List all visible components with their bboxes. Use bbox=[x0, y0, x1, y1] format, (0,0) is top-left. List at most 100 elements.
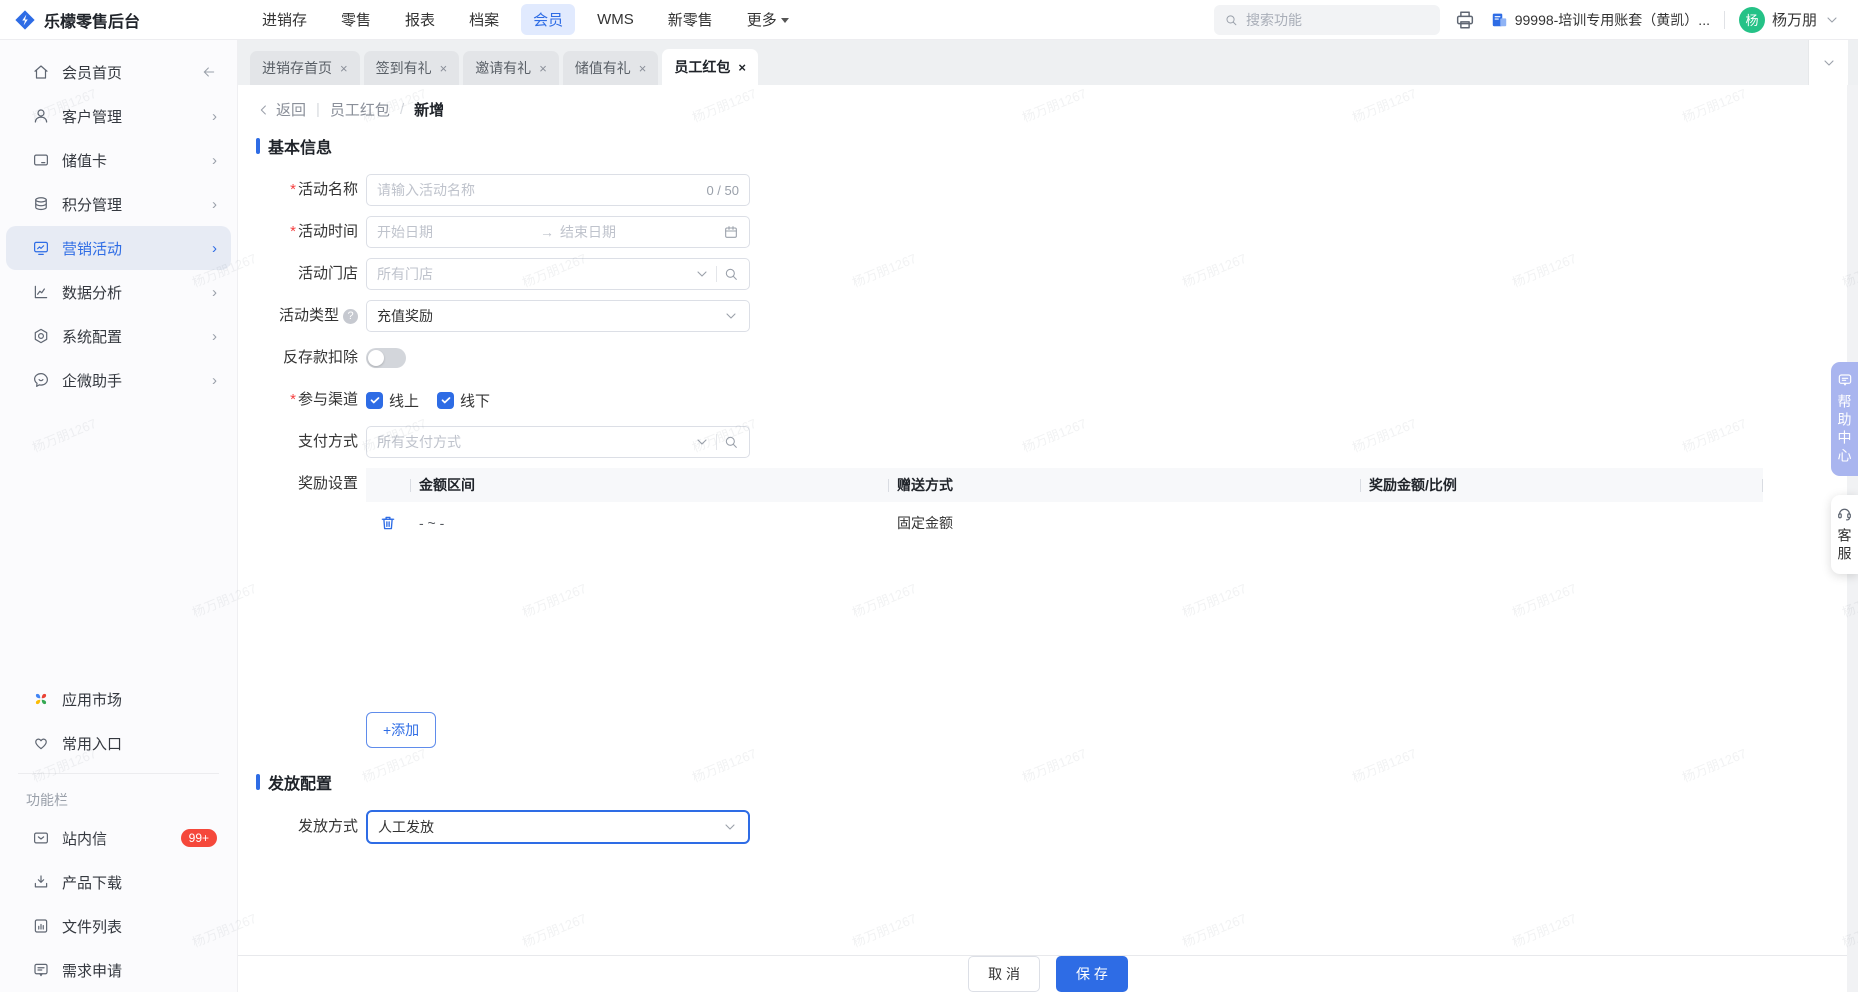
sidebar-item-stored-card[interactable]: 储值卡 › bbox=[6, 138, 231, 182]
sidebar-item-favorites[interactable]: 常用入口 bbox=[6, 721, 231, 765]
menu-item-archive[interactable]: 档案 bbox=[457, 4, 511, 35]
sidebar-item-file-list[interactable]: 文件列表 bbox=[6, 904, 231, 948]
help-center-tab[interactable]: 帮助中心 bbox=[1831, 362, 1858, 476]
top-navbar: 乐檬零售后台 进销存 零售 报表 档案 会员 WMS 新零售 更多 99998-… bbox=[0, 0, 1858, 40]
payment-select[interactable]: 所有支付方式 bbox=[366, 426, 750, 458]
customer-service-tab[interactable]: 客服 bbox=[1831, 495, 1858, 574]
tab-checkin-gift[interactable]: 签到有礼 × bbox=[363, 51, 460, 85]
tab-list-dropdown-button[interactable] bbox=[1808, 40, 1848, 85]
search-icon bbox=[1226, 14, 1237, 25]
menu-item-retail[interactable]: 零售 bbox=[329, 4, 383, 35]
activity-name-input[interactable] bbox=[377, 182, 701, 198]
sidebar-item-marketing[interactable]: 营销活动 › bbox=[6, 226, 231, 270]
tab-close-icon[interactable]: × bbox=[539, 61, 547, 76]
headset-icon bbox=[1838, 508, 1851, 521]
monitor-chart-icon bbox=[34, 241, 48, 255]
sidebar: 会员首页 客户管理 › 储值卡 › 积分管理 › 营销活动 › 数据分析 › 系统配置 › bbox=[0, 40, 238, 992]
form-footer: 取 消 保 存 bbox=[238, 955, 1858, 992]
menu-item-member[interactable]: 会员 bbox=[521, 4, 576, 35]
sidebar-item-app-market[interactable]: 应用市场 bbox=[6, 677, 231, 721]
divider bbox=[716, 434, 717, 450]
download-icon bbox=[34, 875, 48, 888]
deduct-toggle[interactable] bbox=[366, 348, 406, 368]
required-star: * bbox=[290, 391, 296, 408]
app-logo[interactable]: 乐檬零售后台 bbox=[14, 8, 140, 32]
type-select-value: 充值奖励 bbox=[377, 308, 433, 324]
toggle-knob bbox=[368, 350, 384, 366]
back-label: 返回 bbox=[276, 102, 307, 119]
tab-label: 进销存首页 bbox=[262, 60, 332, 76]
calendar-icon[interactable] bbox=[723, 224, 739, 240]
menu-item-report[interactable]: 报表 bbox=[393, 4, 447, 35]
tab-label: 邀请有礼 bbox=[475, 60, 532, 76]
sidebar-item-points-mgmt[interactable]: 积分管理 › bbox=[6, 182, 231, 226]
channel-online-checkbox[interactable]: 线上 bbox=[366, 390, 419, 411]
sidebar-item-system-config[interactable]: 系统配置 › bbox=[6, 314, 231, 358]
tab-close-icon[interactable]: × bbox=[738, 60, 746, 75]
chevron-down-icon bbox=[697, 439, 707, 445]
activity-store-select[interactable]: 所有门店 bbox=[366, 258, 750, 290]
tab-invite-gift[interactable]: 邀请有礼 × bbox=[463, 51, 559, 85]
store-select-value: 所有门店 bbox=[377, 266, 433, 282]
date-range-picker[interactable]: → bbox=[366, 216, 750, 248]
sidebar-item-label: 积分管理 bbox=[62, 196, 123, 214]
start-date-input[interactable] bbox=[377, 224, 534, 240]
collapse-sidebar-icon[interactable] bbox=[201, 64, 217, 80]
sidebar-item-inbox[interactable]: 站内信 99+ bbox=[6, 816, 231, 860]
gear-icon bbox=[34, 328, 48, 344]
sidebar-item-label: 储值卡 bbox=[62, 152, 108, 170]
sidebar-item-data-analysis[interactable]: 数据分析 › bbox=[6, 270, 231, 314]
add-tier-button[interactable]: +添加 bbox=[366, 712, 437, 748]
menu-item-wms[interactable]: WMS bbox=[585, 6, 646, 33]
chevron-right-icon: › bbox=[212, 327, 217, 345]
page-title: 新增 bbox=[414, 102, 445, 119]
tab-label: 储值有礼 bbox=[574, 60, 631, 76]
tab-close-icon[interactable]: × bbox=[340, 61, 348, 76]
divider bbox=[18, 773, 219, 774]
tab-stored-gift[interactable]: 储值有礼 × bbox=[562, 51, 659, 85]
card-icon bbox=[34, 154, 48, 166]
channel-offline-checkbox[interactable]: 线下 bbox=[437, 390, 490, 411]
chevron-right-icon: › bbox=[212, 239, 217, 257]
search-icon[interactable] bbox=[723, 434, 739, 450]
chevron-down-icon bbox=[1827, 16, 1837, 23]
sidebar-item-customer-mgmt[interactable]: 客户管理 › bbox=[6, 94, 231, 138]
global-search[interactable] bbox=[1213, 4, 1440, 35]
delivery-method-select[interactable]: 人工发放 bbox=[366, 810, 750, 844]
top-menu: 进销存 零售 报表 档案 会员 WMS 新零售 更多 bbox=[250, 4, 801, 35]
menu-item-purchase[interactable]: 进销存 bbox=[250, 4, 319, 35]
activity-type-select[interactable]: 充值奖励 bbox=[366, 300, 750, 332]
delivery-select-value: 人工发放 bbox=[378, 819, 434, 835]
sidebar-item-product-download[interactable]: 产品下载 bbox=[6, 860, 231, 904]
breadcrumb-divider: / bbox=[399, 101, 405, 118]
sidebar-item-label: 文件列表 bbox=[62, 918, 123, 936]
caret-down-icon bbox=[780, 18, 789, 23]
column-header: 奖励金额/比例 bbox=[1369, 477, 1457, 493]
sidebar-item-request[interactable]: 需求申请 bbox=[6, 948, 231, 992]
menu-item-more[interactable]: 更多 bbox=[735, 4, 801, 35]
account-switcher[interactable]: 99998-培训专用账套（黄凯）... bbox=[1490, 10, 1710, 30]
field-label-deduct: 反存款扣除 bbox=[282, 349, 358, 366]
tab-employee-redpacket[interactable]: 员工红包 × bbox=[662, 49, 758, 85]
file-chart-icon bbox=[34, 919, 48, 933]
sidebar-item-member-home[interactable]: 会员首页 bbox=[6, 50, 231, 94]
save-button[interactable]: 保 存 bbox=[1056, 956, 1128, 992]
column-divider bbox=[410, 478, 411, 492]
search-icon[interactable] bbox=[723, 266, 739, 282]
cancel-button[interactable]: 取 消 bbox=[968, 956, 1040, 992]
search-input[interactable] bbox=[1245, 11, 1430, 28]
printer-icon[interactable] bbox=[1454, 9, 1476, 31]
tab-label: 员工红包 bbox=[674, 59, 731, 75]
help-icon[interactable]: ? bbox=[343, 308, 358, 324]
pinwheel-icon bbox=[35, 693, 47, 705]
tab-purchase-home[interactable]: 进销存首页 × bbox=[250, 51, 360, 85]
sidebar-item-wecom-assistant[interactable]: 企微助手 › bbox=[6, 358, 231, 402]
tab-close-icon[interactable]: × bbox=[639, 61, 647, 76]
tab-close-icon[interactable]: × bbox=[440, 61, 448, 76]
menu-item-newretail[interactable]: 新零售 bbox=[656, 4, 725, 35]
delete-row-icon[interactable] bbox=[379, 514, 397, 532]
user-menu[interactable]: 杨 杨万朋 bbox=[1738, 6, 1840, 33]
back-button[interactable]: 返回 bbox=[256, 99, 306, 120]
content-area: 进销存首页 × 签到有礼 × 邀请有礼 × 储值有礼 × 员工红包 × 返回 | 员工红包… bbox=[238, 40, 1858, 992]
end-date-input[interactable] bbox=[560, 224, 717, 240]
